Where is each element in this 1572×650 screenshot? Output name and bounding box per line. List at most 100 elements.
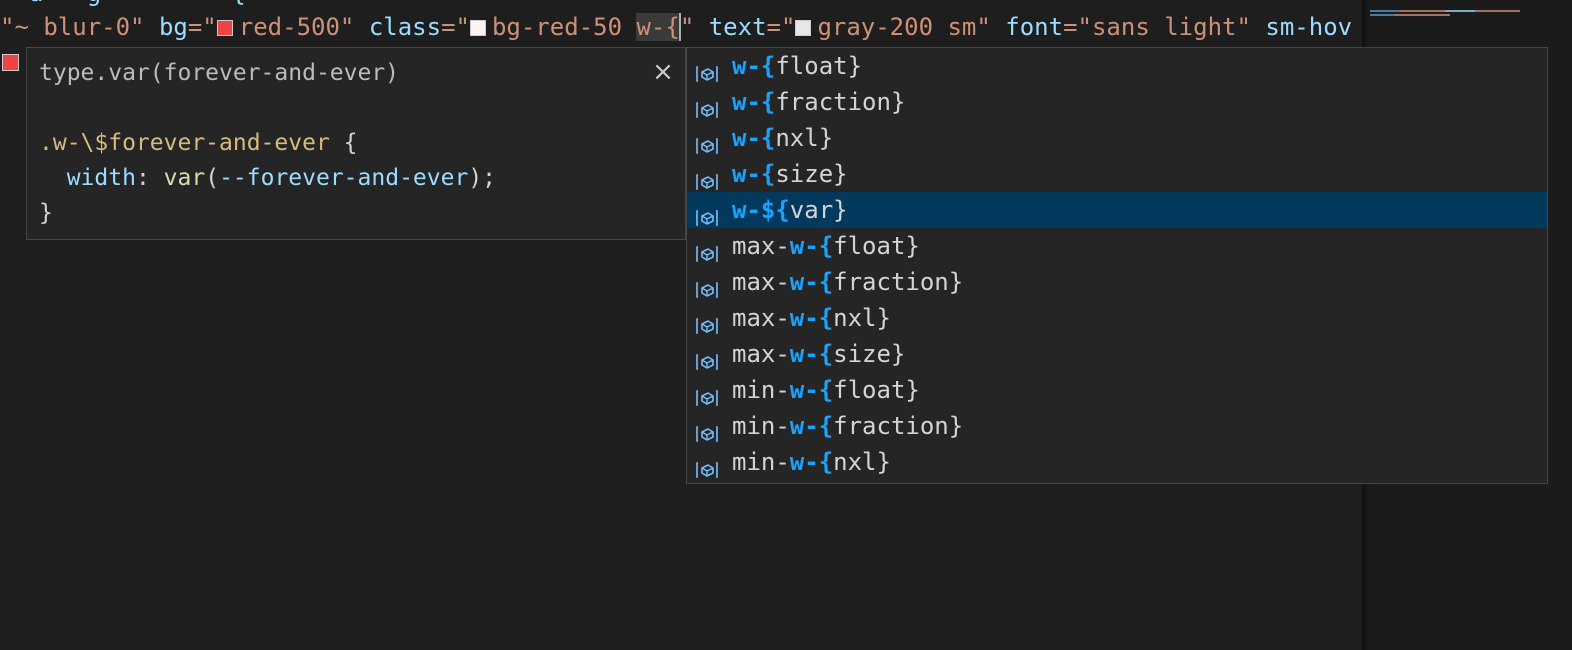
css-function: var — [163, 165, 206, 191]
suggestion-rest: fraction} — [775, 88, 906, 116]
suggestion-match: w-${ — [732, 196, 790, 224]
suggestion-rest: var} — [789, 196, 848, 224]
suggestion-label: max-w-{float} — [732, 228, 920, 264]
suggestion-prefix: max- — [732, 232, 790, 260]
gray-color-swatch[interactable] — [795, 20, 812, 36]
suggestion-item[interactable]: w-{nxl} — [687, 120, 1547, 156]
suggestion-label: max-w-{size} — [732, 336, 905, 372]
suggestion-rest: size} — [833, 340, 906, 368]
variable-icon — [696, 309, 718, 334]
css-property: width — [66, 165, 136, 191]
suggestion-label: w-${var} — [732, 192, 848, 228]
white-color-swatch[interactable] — [469, 20, 486, 36]
attr-class: class — [368, 13, 442, 41]
suggestion-match: w-{ — [789, 448, 834, 476]
attr-sm-hover: sm-hov — [1265, 13, 1353, 41]
attr-eq: =" — [1063, 13, 1092, 41]
suggestion-rest: fraction} — [833, 268, 964, 296]
red-color-swatch[interactable] — [216, 20, 233, 36]
suggestion-item[interactable]: w-{float} — [687, 48, 1547, 84]
suggestion-item[interactable]: max-w-{size} — [687, 336, 1547, 372]
variable-icon — [696, 417, 718, 442]
string-token: "~ blur-0" — [0, 13, 145, 41]
suggestion-prefix: max- — [732, 304, 790, 332]
suggestion-match: w-{ — [732, 52, 776, 80]
hover-css-preview: .w-\$forever-and-ever { width: var(--for… — [39, 126, 496, 231]
css-colon: : — [135, 165, 164, 191]
css-open-brace: { — [329, 130, 358, 156]
suggestion-item[interactable]: max-w-{fraction} — [687, 264, 1547, 300]
suggestion-item[interactable]: min-w-{nxl} — [687, 444, 1547, 480]
suggestion-label: w-{fraction} — [732, 84, 905, 120]
attr-bg: bg — [158, 13, 188, 41]
suggestion-label: min-w-{nxl} — [732, 444, 891, 480]
variable-icon — [696, 93, 718, 118]
suggestion-list[interactable]: w-{float} w-{fraction} w-{nxl} w-{size} w-${… — [686, 47, 1548, 484]
current-code-line[interactable]: "~ blur-0" bg=" red-500" class=" bg-red-50… — [0, 12, 1352, 42]
suggestion-item[interactable]: max-w-{nxl} — [687, 300, 1547, 336]
suggestion-rest: nxl} — [833, 448, 891, 476]
variable-icon — [696, 57, 718, 82]
suggestion-label: max-w-{nxl} — [732, 300, 891, 336]
variable-icon — [696, 453, 718, 478]
font-value: sans light" — [1091, 13, 1251, 41]
attr-eq: =" — [766, 13, 796, 41]
variable-icon — [696, 381, 718, 406]
suggestion-match: w-{ — [732, 160, 776, 188]
css-paren-close: ); — [468, 165, 497, 191]
previous-code-line: a g { — [0, 0, 246, 8]
hover-info-widget: type.var(forever-and-ever) × .w-\$foreve… — [26, 47, 686, 240]
suggestion-match: w-{ — [732, 88, 776, 116]
variable-icon — [696, 237, 718, 262]
close-icon[interactable]: × — [649, 58, 677, 86]
css-selector: .w-\$forever-and-ever — [39, 130, 330, 156]
suggestion-item[interactable]: min-w-{float} — [687, 372, 1547, 408]
css-variable: --forever-and-ever — [219, 165, 469, 191]
suggestion-rest: nxl} — [775, 124, 834, 152]
closing-quote: " — [679, 13, 695, 41]
suggestion-item[interactable]: max-w-{float} — [687, 228, 1547, 264]
suggestion-item[interactable]: w-{fraction} — [687, 84, 1547, 120]
suggestion-match: w-{ — [789, 304, 834, 332]
variable-icon — [696, 129, 718, 154]
suggestion-item[interactable]: w-{size} — [687, 156, 1547, 192]
suggestion-prefix: max- — [732, 268, 790, 296]
suggestion-item[interactable]: w-${var} — [687, 192, 1547, 228]
suggestion-prefix: min- — [732, 412, 790, 440]
class-value: bg-red-50 — [491, 13, 623, 41]
suggestion-match: w-{ — [789, 268, 834, 296]
suggestion-label: w-{size} — [732, 156, 848, 192]
css-paren-open: ( — [205, 165, 220, 191]
attr-text: text — [708, 13, 767, 41]
suggestion-label: max-w-{fraction} — [732, 264, 963, 300]
bg-value: red-500" — [238, 13, 355, 41]
variable-icon — [696, 273, 718, 298]
suggestion-rest: fraction} — [833, 412, 964, 440]
typed-text: w-{ — [636, 13, 680, 41]
css-close-brace: } — [39, 200, 53, 226]
variable-icon — [696, 165, 718, 190]
suggestion-match: w-{ — [732, 124, 776, 152]
variable-icon — [696, 345, 718, 370]
suggestion-prefix: max- — [732, 340, 790, 368]
suggestion-match: w-{ — [789, 232, 834, 260]
suggestion-prefix: min- — [732, 376, 790, 404]
attr-eq: =" — [441, 13, 470, 41]
variable-icon — [696, 201, 718, 226]
suggestion-label: min-w-{float} — [732, 372, 920, 408]
text-value: gray-200 sm" — [817, 13, 991, 41]
suggestion-match: w-{ — [789, 340, 834, 368]
gutter-color-swatch — [2, 54, 19, 71]
hover-signature: type.var(forever-and-ever) — [39, 60, 400, 86]
suggestion-rest: float} — [833, 376, 920, 404]
minimap-line — [1370, 14, 1450, 16]
suggestion-match: w-{ — [789, 412, 834, 440]
suggestion-item[interactable]: min-w-{fraction} — [687, 408, 1547, 444]
suggestion-label: min-w-{fraction} — [732, 408, 963, 444]
suggestion-rest: size} — [775, 160, 848, 188]
suggestion-label: w-{float} — [732, 48, 862, 84]
minimap-line — [1370, 10, 1520, 12]
suggestion-match: w-{ — [789, 376, 834, 404]
suggestion-prefix: min- — [732, 448, 790, 476]
suggestion-label: w-{nxl} — [732, 120, 833, 156]
